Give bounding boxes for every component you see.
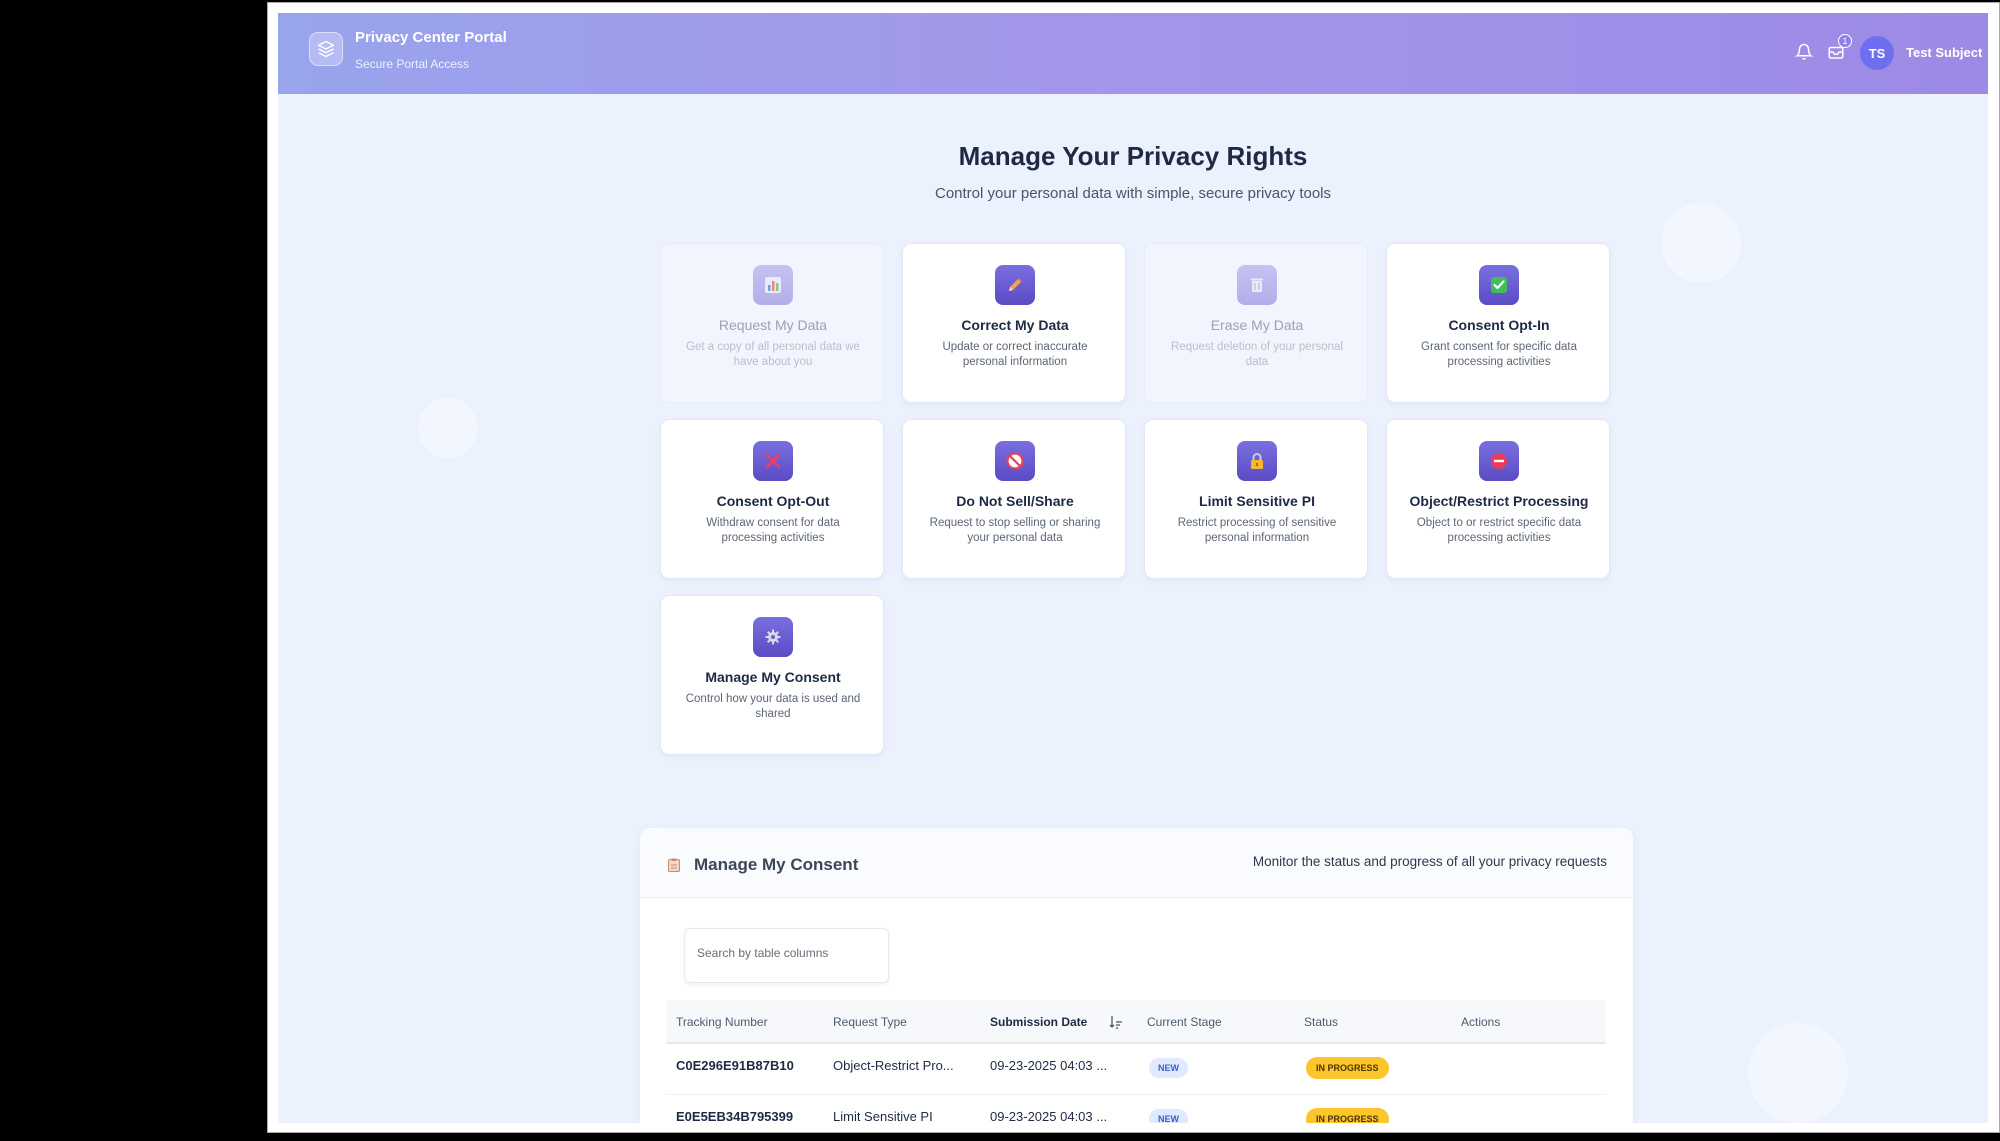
card-limit-sensitive-pi[interactable]: Limit Sensitive PI Restrict processing o…	[1144, 419, 1368, 579]
card-title: Correct My Data	[961, 317, 1069, 333]
table-row[interactable]: E0E5EB34B795399 Limit Sensitive PI 09-23…	[666, 1095, 1606, 1123]
panel-title: Manage My Consent	[694, 855, 859, 874]
card-do-not-sell-share[interactable]: Do Not Sell/Share Request to stop sellin…	[902, 419, 1126, 579]
app-root: Privacy Center Portal Secure Portal Acce…	[278, 13, 1988, 1123]
panel-subtitle: Monitor the status and progress of all y…	[1252, 854, 1607, 869]
search-input[interactable]	[697, 946, 877, 960]
notifications-button[interactable]	[1792, 40, 1816, 64]
clipboard-icon	[668, 858, 680, 872]
notification-count-badge: 1	[1838, 34, 1852, 48]
stage-badge: NEW	[1149, 1058, 1188, 1078]
search-box	[684, 928, 889, 983]
avatar[interactable]: TS	[1860, 36, 1894, 70]
card-title: Do Not Sell/Share	[956, 493, 1074, 509]
page-subtitle: Control your personal data with simple, …	[934, 185, 1331, 202]
request-type: Limit Sensitive PI	[833, 1109, 933, 1123]
card-description: Request deletion of your personal data	[1171, 341, 1343, 368]
panel-header: Manage My Consent Monitor the status and…	[640, 828, 1633, 898]
tracking-number: E0E5EB34B795399	[676, 1109, 794, 1123]
card-description: Withdraw consent for data processing act…	[706, 517, 840, 544]
column-header-current-stage[interactable]: Current Stage	[1147, 1015, 1222, 1029]
page-title: Manage Your Privacy Rights	[958, 141, 1308, 171]
card-correct-my-data[interactable]: Correct My Data Update or correct inaccu…	[902, 243, 1126, 403]
decorative-circle	[1661, 203, 1741, 283]
card-description: Object to or restrict specific data proc…	[1416, 517, 1582, 544]
lock-icon	[1237, 441, 1277, 481]
app-title: Privacy Center Portal	[355, 29, 507, 46]
submission-date: 09-23-2025 04:03 ...	[990, 1058, 1108, 1073]
card-title: Consent Opt-Out	[716, 493, 830, 509]
card-description: Request to stop selling or sharing your …	[929, 517, 1101, 544]
card-description: Restrict processing of sensitive persona…	[1177, 517, 1337, 544]
decorative-circle	[1748, 1023, 1848, 1123]
user-name[interactable]: Test Subject	[1906, 45, 1982, 60]
table-header: Tracking Number Request Type Submission …	[666, 1000, 1606, 1044]
pencil-icon	[995, 265, 1035, 305]
decorative-circle	[418, 398, 478, 458]
request-type: Object-Restrict Pro...	[833, 1058, 954, 1073]
column-header-tracking-number[interactable]: Tracking Number	[676, 1015, 768, 1029]
card-consent-opt-in[interactable]: Consent Opt-In Grant consent for specifi…	[1386, 243, 1610, 403]
card-description: Grant consent for specific data processi…	[1421, 341, 1577, 368]
table-row[interactable]: C0E296E91B87B10 Object-Restrict Pro... 0…	[666, 1044, 1606, 1095]
status-badge: IN PROGRESS	[1306, 1057, 1389, 1079]
messages-button[interactable]: 1	[1824, 34, 1852, 64]
chart-icon	[753, 265, 793, 305]
column-header-actions: Actions	[1461, 1015, 1501, 1029]
app-logo[interactable]	[309, 32, 343, 66]
card-title: Consent Opt-In	[1448, 317, 1550, 333]
card-consent-opt-out[interactable]: Consent Opt-Out Withdraw consent for dat…	[660, 419, 884, 579]
status-badge: IN PROGRESS	[1306, 1108, 1389, 1123]
check-box-icon	[1479, 265, 1519, 305]
column-header-status[interactable]: Status	[1304, 1015, 1338, 1029]
card-request-my-data[interactable]: Request My Data Get a copy of all person…	[660, 243, 884, 403]
column-header-request-type[interactable]: Request Type	[833, 1015, 907, 1029]
card-description: Control how your data is used and shared	[685, 693, 861, 720]
card-description: Get a copy of all personal data we have …	[686, 341, 860, 368]
card-title: Limit Sensitive PI	[1199, 493, 1315, 509]
prohibited-icon	[995, 441, 1035, 481]
layers-icon	[317, 40, 335, 58]
app-subtitle: Secure Portal Access	[355, 57, 470, 71]
cross-icon	[753, 441, 793, 481]
card-object-restrict-processing[interactable]: Object/Restrict Processing Object to or …	[1386, 419, 1610, 579]
column-header-submission-date[interactable]: Submission Date	[990, 1015, 1087, 1029]
card-title: Manage My Consent	[705, 669, 841, 685]
card-manage-my-consent[interactable]: Manage My Consent Control how your data …	[660, 595, 884, 755]
card-title: Request My Data	[718, 317, 828, 333]
card-erase-my-data[interactable]: Erase My Data Request deletion of your p…	[1144, 243, 1368, 403]
top-bar: Privacy Center Portal Secure Portal Acce…	[278, 13, 1988, 94]
no-entry-icon	[1479, 441, 1519, 481]
tracking-number: C0E296E91B87B10	[676, 1058, 794, 1073]
browser-frame: Privacy Center Portal Secure Portal Acce…	[267, 2, 2000, 1133]
requests-panel: Manage My Consent Monitor the status and…	[640, 828, 1633, 1123]
trash-icon	[1237, 265, 1277, 305]
card-description: Update or correct inaccurate personal in…	[942, 341, 1088, 368]
sort-descending-icon[interactable]	[1109, 1014, 1123, 1030]
bell-icon	[1795, 43, 1813, 60]
submission-date: 09-23-2025 04:03 ...	[990, 1109, 1108, 1123]
card-title: Erase My Data	[1210, 317, 1304, 333]
card-title: Object/Restrict Processing	[1409, 493, 1589, 509]
stage-badge: NEW	[1149, 1109, 1188, 1123]
gear-icon	[753, 617, 793, 657]
